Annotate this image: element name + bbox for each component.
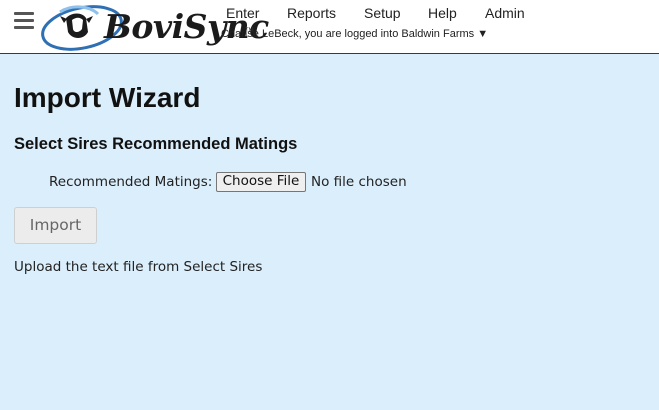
nav-setup[interactable]: Setup xyxy=(364,5,401,21)
help-text: Upload the text file from Select Sires xyxy=(14,259,263,275)
farm-selector[interactable]: Chanse LeBeck, you are logged into Baldw… xyxy=(221,28,488,40)
nav-reports[interactable]: Reports xyxy=(287,5,336,21)
file-status: No file chosen xyxy=(311,174,407,190)
nav-help[interactable]: Help xyxy=(428,5,457,21)
nav-enter[interactable]: Enter xyxy=(226,5,259,21)
section-subtitle: Select Sires Recommended Matings xyxy=(14,135,298,153)
recommended-matings-label: Recommended Matings: xyxy=(49,174,213,190)
bovisync-logo[interactable]: BoviSync TM xyxy=(38,2,269,52)
nav-admin[interactable]: Admin xyxy=(485,5,525,21)
page-title: Import Wizard xyxy=(14,82,201,113)
choose-file-button[interactable]: Choose File xyxy=(216,172,306,192)
hamburger-menu-icon[interactable] xyxy=(14,12,34,30)
top-header: BoviSync TM Enter Reports Setup Help Adm… xyxy=(0,0,659,54)
import-button[interactable]: Import xyxy=(14,207,97,244)
